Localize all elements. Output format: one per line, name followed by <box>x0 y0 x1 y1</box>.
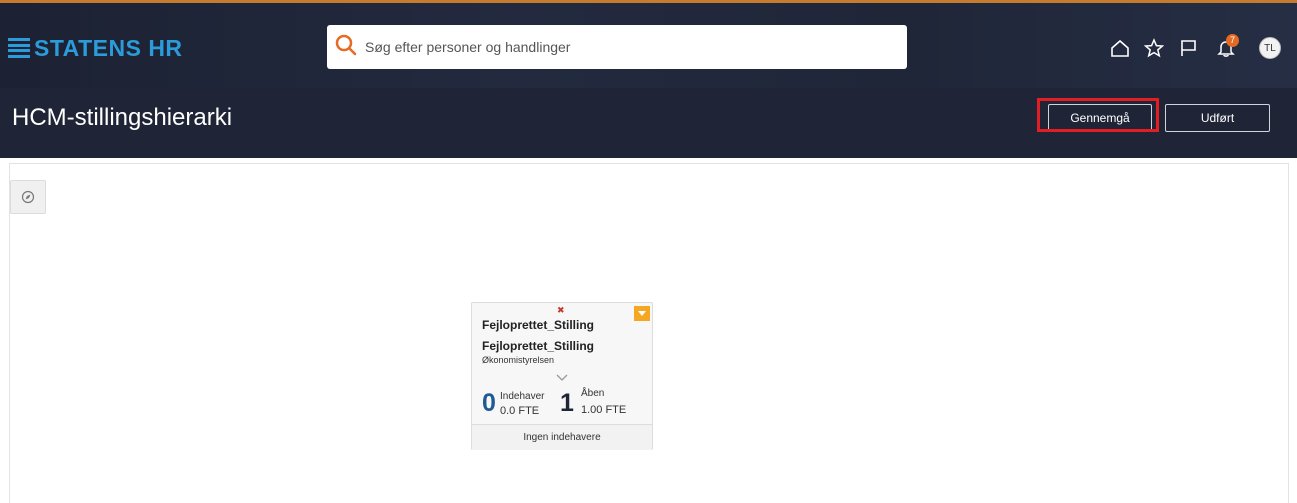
navigator-button[interactable] <box>10 180 46 214</box>
menu-icon[interactable] <box>8 38 30 58</box>
holders-fte: 0.0 FTE <box>500 405 540 417</box>
error-icon: ✖ <box>557 305 565 315</box>
job-title: Fejloprettet_Stilling <box>482 339 595 353</box>
brand[interactable]: STATENS HR <box>8 31 183 65</box>
global-search[interactable] <box>327 25 907 69</box>
holders-label: Indehaver <box>500 391 545 402</box>
chevron-down-icon <box>638 311 646 316</box>
position-card[interactable]: ✖ Fejloprettet_Stilling Fejloprettet_Sti… <box>471 302 653 450</box>
position-title: Fejloprettet_Stilling <box>482 318 595 332</box>
highlight-box <box>1037 98 1159 132</box>
open-fte: 1.00 FTE <box>581 404 627 416</box>
notifications-button[interactable]: 7 <box>1209 31 1243 65</box>
avatar[interactable]: TL <box>1259 37 1281 59</box>
page-title: HCM-stillingshierarki <box>12 104 233 131</box>
open-count[interactable]: 1 <box>560 389 574 418</box>
done-button[interactable]: Udført <box>1165 104 1270 132</box>
card-footer: Ingen indehavere <box>472 424 652 450</box>
organization-name: Økonomistyrelsen <box>482 355 555 365</box>
card-menu-button[interactable] <box>634 306 650 321</box>
search-input[interactable] <box>365 39 885 55</box>
flag-icon[interactable] <box>1171 31 1205 65</box>
open-label: Åben <box>581 388 605 399</box>
header-actions: 7 TL <box>1103 31 1281 65</box>
brand-name: STATENS HR <box>34 34 183 61</box>
expand-chevron-icon[interactable] <box>556 369 568 387</box>
star-icon[interactable] <box>1137 31 1171 65</box>
notification-badge: 7 <box>1226 34 1239 47</box>
search-icon[interactable] <box>335 34 357 61</box>
global-header: STATENS HR 7 TL <box>0 0 1297 88</box>
compass-icon <box>21 190 35 204</box>
home-icon[interactable] <box>1103 31 1137 65</box>
holders-count[interactable]: 0 <box>482 389 496 418</box>
